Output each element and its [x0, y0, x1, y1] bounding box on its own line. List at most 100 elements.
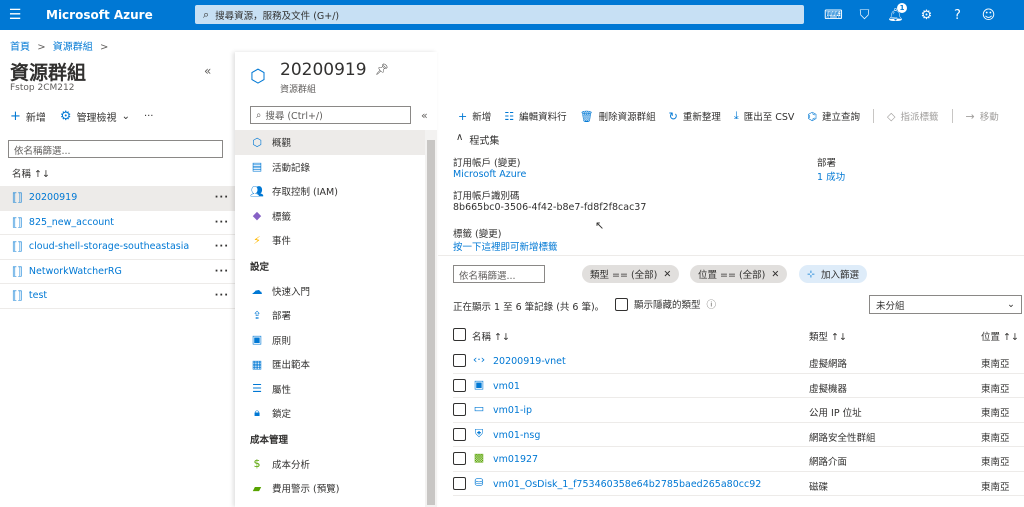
- pin-icon[interactable]: 📌︎: [375, 63, 389, 76]
- add-button[interactable]: + 新增: [458, 109, 491, 124]
- manage-view-button[interactable]: ⚙ 管理檢視 ⌄: [60, 109, 130, 124]
- type-filter-pill[interactable]: 類型 == (全部) ✕: [582, 265, 680, 283]
- menu-item-properties[interactable]: ☰ 屬性: [235, 377, 425, 402]
- export-csv-button[interactable]: ⤓ 匯出至 CSV: [734, 109, 795, 123]
- resource-link[interactable]: vm01: [493, 381, 520, 392]
- top-bar: ☰ Microsoft Azure ⌕ 搜尋資源，服務及文件 (G+/) ⌨ ⛉…: [0, 0, 1024, 30]
- row-checkbox[interactable]: [453, 403, 466, 416]
- table-row[interactable]: ▩ vm01927 網路介面 東南亞: [453, 447, 1024, 472]
- table-row[interactable]: ▭ vm01-ip 公用 IP 位址 東南亞: [453, 398, 1024, 423]
- close-icon[interactable]: ✕: [663, 269, 671, 280]
- table-row[interactable]: ▣ vm01 虛擬機器 東南亞: [453, 374, 1024, 398]
- list-item[interactable]: ⟦⟧ 825_new_account ···: [0, 211, 235, 235]
- add-button[interactable]: + 新增: [10, 109, 46, 124]
- menu-item-policies[interactable]: ▣ 原則: [235, 328, 425, 353]
- close-icon[interactable]: ✕: [771, 269, 779, 280]
- row-checkbox[interactable]: [453, 427, 466, 441]
- add-tags-link[interactable]: 按一下這裡即可新增標籤: [453, 239, 558, 253]
- resource-group-link[interactable]: 20200919: [29, 192, 77, 203]
- resource-group-icon: ⟦⟧: [12, 191, 23, 205]
- menu-item-export-template[interactable]: ▦ 匯出範本: [235, 352, 425, 377]
- name-column-header[interactable]: 名稱 ↑↓: [12, 166, 50, 180]
- menu-item-locks[interactable]: 🔒︎ 鎖定: [235, 401, 425, 426]
- row-checkbox[interactable]: [453, 378, 466, 392]
- menu-item-tags[interactable]: ◆ 標籤: [235, 204, 425, 229]
- resource-link[interactable]: vm01_OsDisk_1_f753460358e64b2785baed265a…: [493, 479, 761, 490]
- resource-link[interactable]: vm01927: [493, 454, 538, 465]
- cost-alerts-icon: ▰: [252, 481, 262, 495]
- gear-icon[interactable]: ⚙: [911, 0, 942, 30]
- tags-label[interactable]: 標籤 (變更): [453, 226, 501, 240]
- name-column-header[interactable]: 名稱 ↑↓: [472, 329, 510, 343]
- collapse-icon[interactable]: «: [204, 64, 211, 78]
- move-button[interactable]: → 移動: [966, 109, 999, 124]
- resource-link[interactable]: vm01-ip: [493, 405, 532, 416]
- help-icon[interactable]: ?: [942, 0, 973, 30]
- deployments-link[interactable]: 1 成功: [817, 169, 845, 183]
- collapse-menu-icon[interactable]: «: [421, 109, 428, 122]
- row-checkbox[interactable]: [453, 354, 466, 367]
- open-query-button[interactable]: ⌬ 建立查詢: [807, 109, 860, 124]
- brand-title[interactable]: Microsoft Azure: [46, 8, 196, 22]
- edit-columns-button[interactable]: ☷ 編輯資料行: [504, 109, 566, 124]
- cloud-shell-icon[interactable]: ⌨: [818, 0, 849, 30]
- more-options-icon[interactable]: ···: [215, 217, 229, 228]
- resource-group-link[interactable]: test: [29, 290, 47, 301]
- resource-name-filter-input[interactable]: 依名稱篩選...: [453, 265, 545, 283]
- tag-icon: ◆: [252, 209, 262, 223]
- more-options-icon[interactable]: ···: [215, 241, 229, 252]
- feedback-icon[interactable]: ☺: [973, 0, 1004, 30]
- resource-group-link[interactable]: NetworkWatcherRG: [29, 266, 122, 277]
- scrollbar-thumb[interactable]: [427, 140, 435, 505]
- list-item[interactable]: ⟦⟧ cloud-shell-storage-southeastasia ···: [0, 235, 235, 260]
- show-hidden-types[interactable]: 顯示隱藏的類型 ⓘ: [615, 297, 716, 311]
- select-all-checkbox[interactable]: [453, 328, 466, 341]
- assign-tags-button[interactable]: ◇ 指派標籤: [887, 109, 938, 124]
- add-filter-button[interactable]: ⊹ 加入篩選: [799, 265, 867, 283]
- subscription-link[interactable]: Microsoft Azure: [453, 169, 526, 180]
- menu-item-events[interactable]: ⚡ 事件: [235, 228, 425, 253]
- delete-resource-group-button[interactable]: 🗑︎ 刪除資源群組: [580, 109, 656, 124]
- menu-item-activity-log[interactable]: ▤ 活動記錄: [235, 155, 425, 180]
- essentials-toggle[interactable]: ∧ 程式集: [456, 132, 499, 147]
- panel-title: 資源群組: [10, 62, 87, 84]
- row-checkbox[interactable]: [453, 476, 466, 490]
- resource-link[interactable]: 20200919-vnet: [493, 356, 566, 367]
- resource-link[interactable]: vm01-nsg: [493, 430, 540, 441]
- list-item[interactable]: ⟦⟧ 20200919 ···: [0, 186, 235, 211]
- location-filter-pill[interactable]: 位置 == (全部) ✕: [690, 265, 788, 283]
- grouping-dropdown[interactable]: 未分組 ⌄: [869, 295, 1022, 314]
- type-column-header[interactable]: 類型 ↑↓: [809, 329, 847, 343]
- list-item[interactable]: ⟦⟧ test ···: [0, 284, 235, 309]
- menu-item-cost-alerts[interactable]: ▰ 費用警示 (預覽): [235, 476, 425, 501]
- table-row[interactable]: ⛁ vm01_OsDisk_1_f753460358e64b2785baed265…: [453, 472, 1024, 496]
- query-icon: ⌬: [807, 109, 818, 123]
- more-options-icon[interactable]: ···: [215, 290, 229, 301]
- add-filter-icon: ⊹: [807, 268, 815, 280]
- subscription-label[interactable]: 訂用帳戶 (變更): [453, 155, 520, 169]
- resource-group-link[interactable]: 825_new_account: [29, 217, 114, 228]
- directory-filter-icon[interactable]: ⛉: [849, 0, 880, 30]
- menu-item-cost-analysis[interactable]: $ 成本分析: [235, 452, 425, 477]
- name-filter-input[interactable]: 依名稱篩選...: [8, 140, 223, 158]
- list-item[interactable]: ⟦⟧ NetworkWatcherRG ···: [0, 260, 235, 284]
- location-column-header[interactable]: 位置 ↑↓: [981, 329, 1019, 343]
- global-search-input[interactable]: ⌕ 搜尋資源，服務及文件 (G+/): [195, 5, 804, 24]
- menu-search-input[interactable]: ⌕ 搜尋 (Ctrl+/): [250, 106, 411, 124]
- row-checkbox[interactable]: [453, 452, 466, 465]
- more-options-icon[interactable]: ···: [215, 192, 229, 203]
- bell-icon[interactable]: 🔔︎ 1: [880, 0, 911, 30]
- table-row[interactable]: ⛨ vm01-nsg 網路安全性群組 東南亞: [453, 423, 1024, 447]
- menu-scrollbar[interactable]: [425, 130, 437, 507]
- refresh-button[interactable]: ↻ 重新整理: [669, 109, 721, 124]
- menu-item-iam[interactable]: 👥︎ 存取控制 (IAM): [235, 179, 425, 204]
- more-options-icon[interactable]: ···: [215, 266, 229, 277]
- table-row[interactable]: ‹·› 20200919-vnet 虛擬網路 東南亞: [453, 349, 1024, 374]
- menu-item-overview[interactable]: ⬡ 概觀: [235, 130, 425, 155]
- more-button[interactable]: ···: [144, 111, 154, 122]
- hamburger-menu-icon[interactable]: ☰: [0, 7, 30, 23]
- resource-group-link[interactable]: cloud-shell-storage-southeastasia: [29, 241, 189, 252]
- menu-item-deployments[interactable]: ⇪ 部署: [235, 303, 425, 328]
- menu-item-quickstart[interactable]: ☁ 快速入門: [235, 279, 425, 304]
- show-hidden-checkbox[interactable]: [615, 297, 628, 311]
